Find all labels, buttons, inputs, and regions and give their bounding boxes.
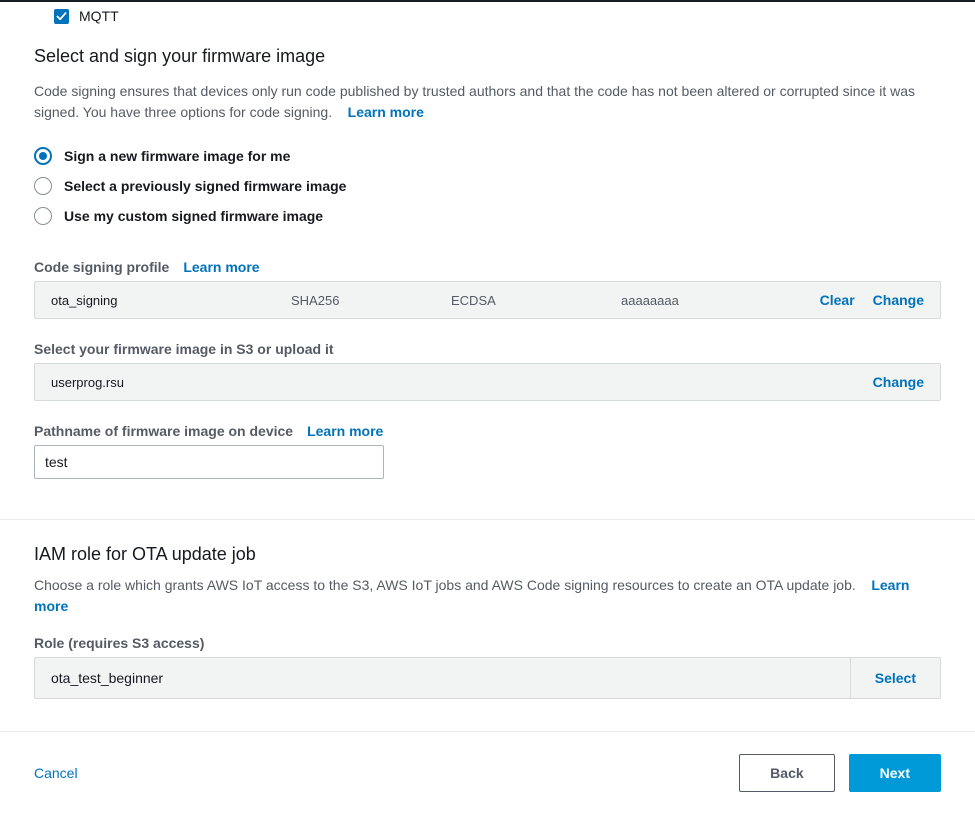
firmware-s3-label: Select your firmware image in S3 or uplo… xyxy=(34,341,941,357)
wizard-footer: Cancel Back Next xyxy=(0,731,975,808)
code-signing-profile-label: Code signing profile Learn more xyxy=(34,259,941,275)
firmware-radio-group: Sign a new firmware image for me Select … xyxy=(34,141,941,231)
profile-algo: ECDSA xyxy=(451,293,621,308)
field-label-text: Select your firmware image in S3 or uplo… xyxy=(34,341,334,357)
radio-label: Select a previously signed firmware imag… xyxy=(64,178,346,194)
firmware-section-description: Code signing ensures that devices only r… xyxy=(34,81,941,123)
change-button[interactable]: Change xyxy=(873,374,924,390)
radio-icon[interactable] xyxy=(34,147,52,165)
checkbox-checked-icon[interactable] xyxy=(54,9,69,24)
firmware-s3-value: userprog.rsu xyxy=(51,375,873,390)
code-signing-learn-more-link[interactable]: Learn more xyxy=(183,259,259,275)
select-button[interactable]: Select xyxy=(850,658,940,698)
radio-sign-new[interactable]: Sign a new firmware image for me xyxy=(34,141,941,171)
role-value: ota_test_beginner xyxy=(35,658,850,698)
profile-meta: aaaaaaaa xyxy=(621,293,820,308)
role-field-label: Role (requires S3 access) xyxy=(34,635,941,651)
firmware-section-title: Select and sign your firmware image xyxy=(34,46,941,67)
pathname-label: Pathname of firmware image on device Lea… xyxy=(34,423,941,439)
field-label-text: Role (requires S3 access) xyxy=(34,635,204,651)
field-label-text: Code signing profile xyxy=(34,259,169,275)
profile-name: ota_signing xyxy=(51,293,291,308)
iam-section-description: Choose a role which grants AWS IoT acces… xyxy=(34,575,941,617)
mqtt-label: MQTT xyxy=(79,8,119,24)
back-button[interactable]: Back xyxy=(739,754,834,792)
role-select-box[interactable]: ota_test_beginner Select xyxy=(34,657,941,699)
iam-description-text: Choose a role which grants AWS IoT acces… xyxy=(34,577,856,593)
iam-section-title: IAM role for OTA update job xyxy=(34,544,941,565)
radio-custom-signed[interactable]: Use my custom signed firmware image xyxy=(34,201,941,231)
cancel-button[interactable]: Cancel xyxy=(34,765,78,781)
firmware-learn-more-link[interactable]: Learn more xyxy=(348,104,424,120)
section-divider xyxy=(0,519,975,520)
pathname-input[interactable] xyxy=(34,445,384,479)
main-content: MQTT Select and sign your firmware image… xyxy=(0,2,975,699)
code-signing-profile-select[interactable]: ota_signing SHA256 ECDSA aaaaaaaa Clear … xyxy=(34,281,941,319)
radio-icon[interactable] xyxy=(34,177,52,195)
firmware-description-text: Code signing ensures that devices only r… xyxy=(34,83,915,120)
radio-label: Use my custom signed firmware image xyxy=(64,208,323,224)
firmware-s3-select[interactable]: userprog.rsu Change xyxy=(34,363,941,401)
change-button[interactable]: Change xyxy=(873,292,924,308)
radio-previously-signed[interactable]: Select a previously signed firmware imag… xyxy=(34,171,941,201)
mqtt-checkbox-row[interactable]: MQTT xyxy=(34,8,941,24)
profile-hash: SHA256 xyxy=(291,293,451,308)
next-button[interactable]: Next xyxy=(849,754,941,792)
pathname-learn-more-link[interactable]: Learn more xyxy=(307,423,383,439)
clear-button[interactable]: Clear xyxy=(820,292,855,308)
field-label-text: Pathname of firmware image on device xyxy=(34,423,293,439)
radio-icon[interactable] xyxy=(34,207,52,225)
radio-label: Sign a new firmware image for me xyxy=(64,148,290,164)
